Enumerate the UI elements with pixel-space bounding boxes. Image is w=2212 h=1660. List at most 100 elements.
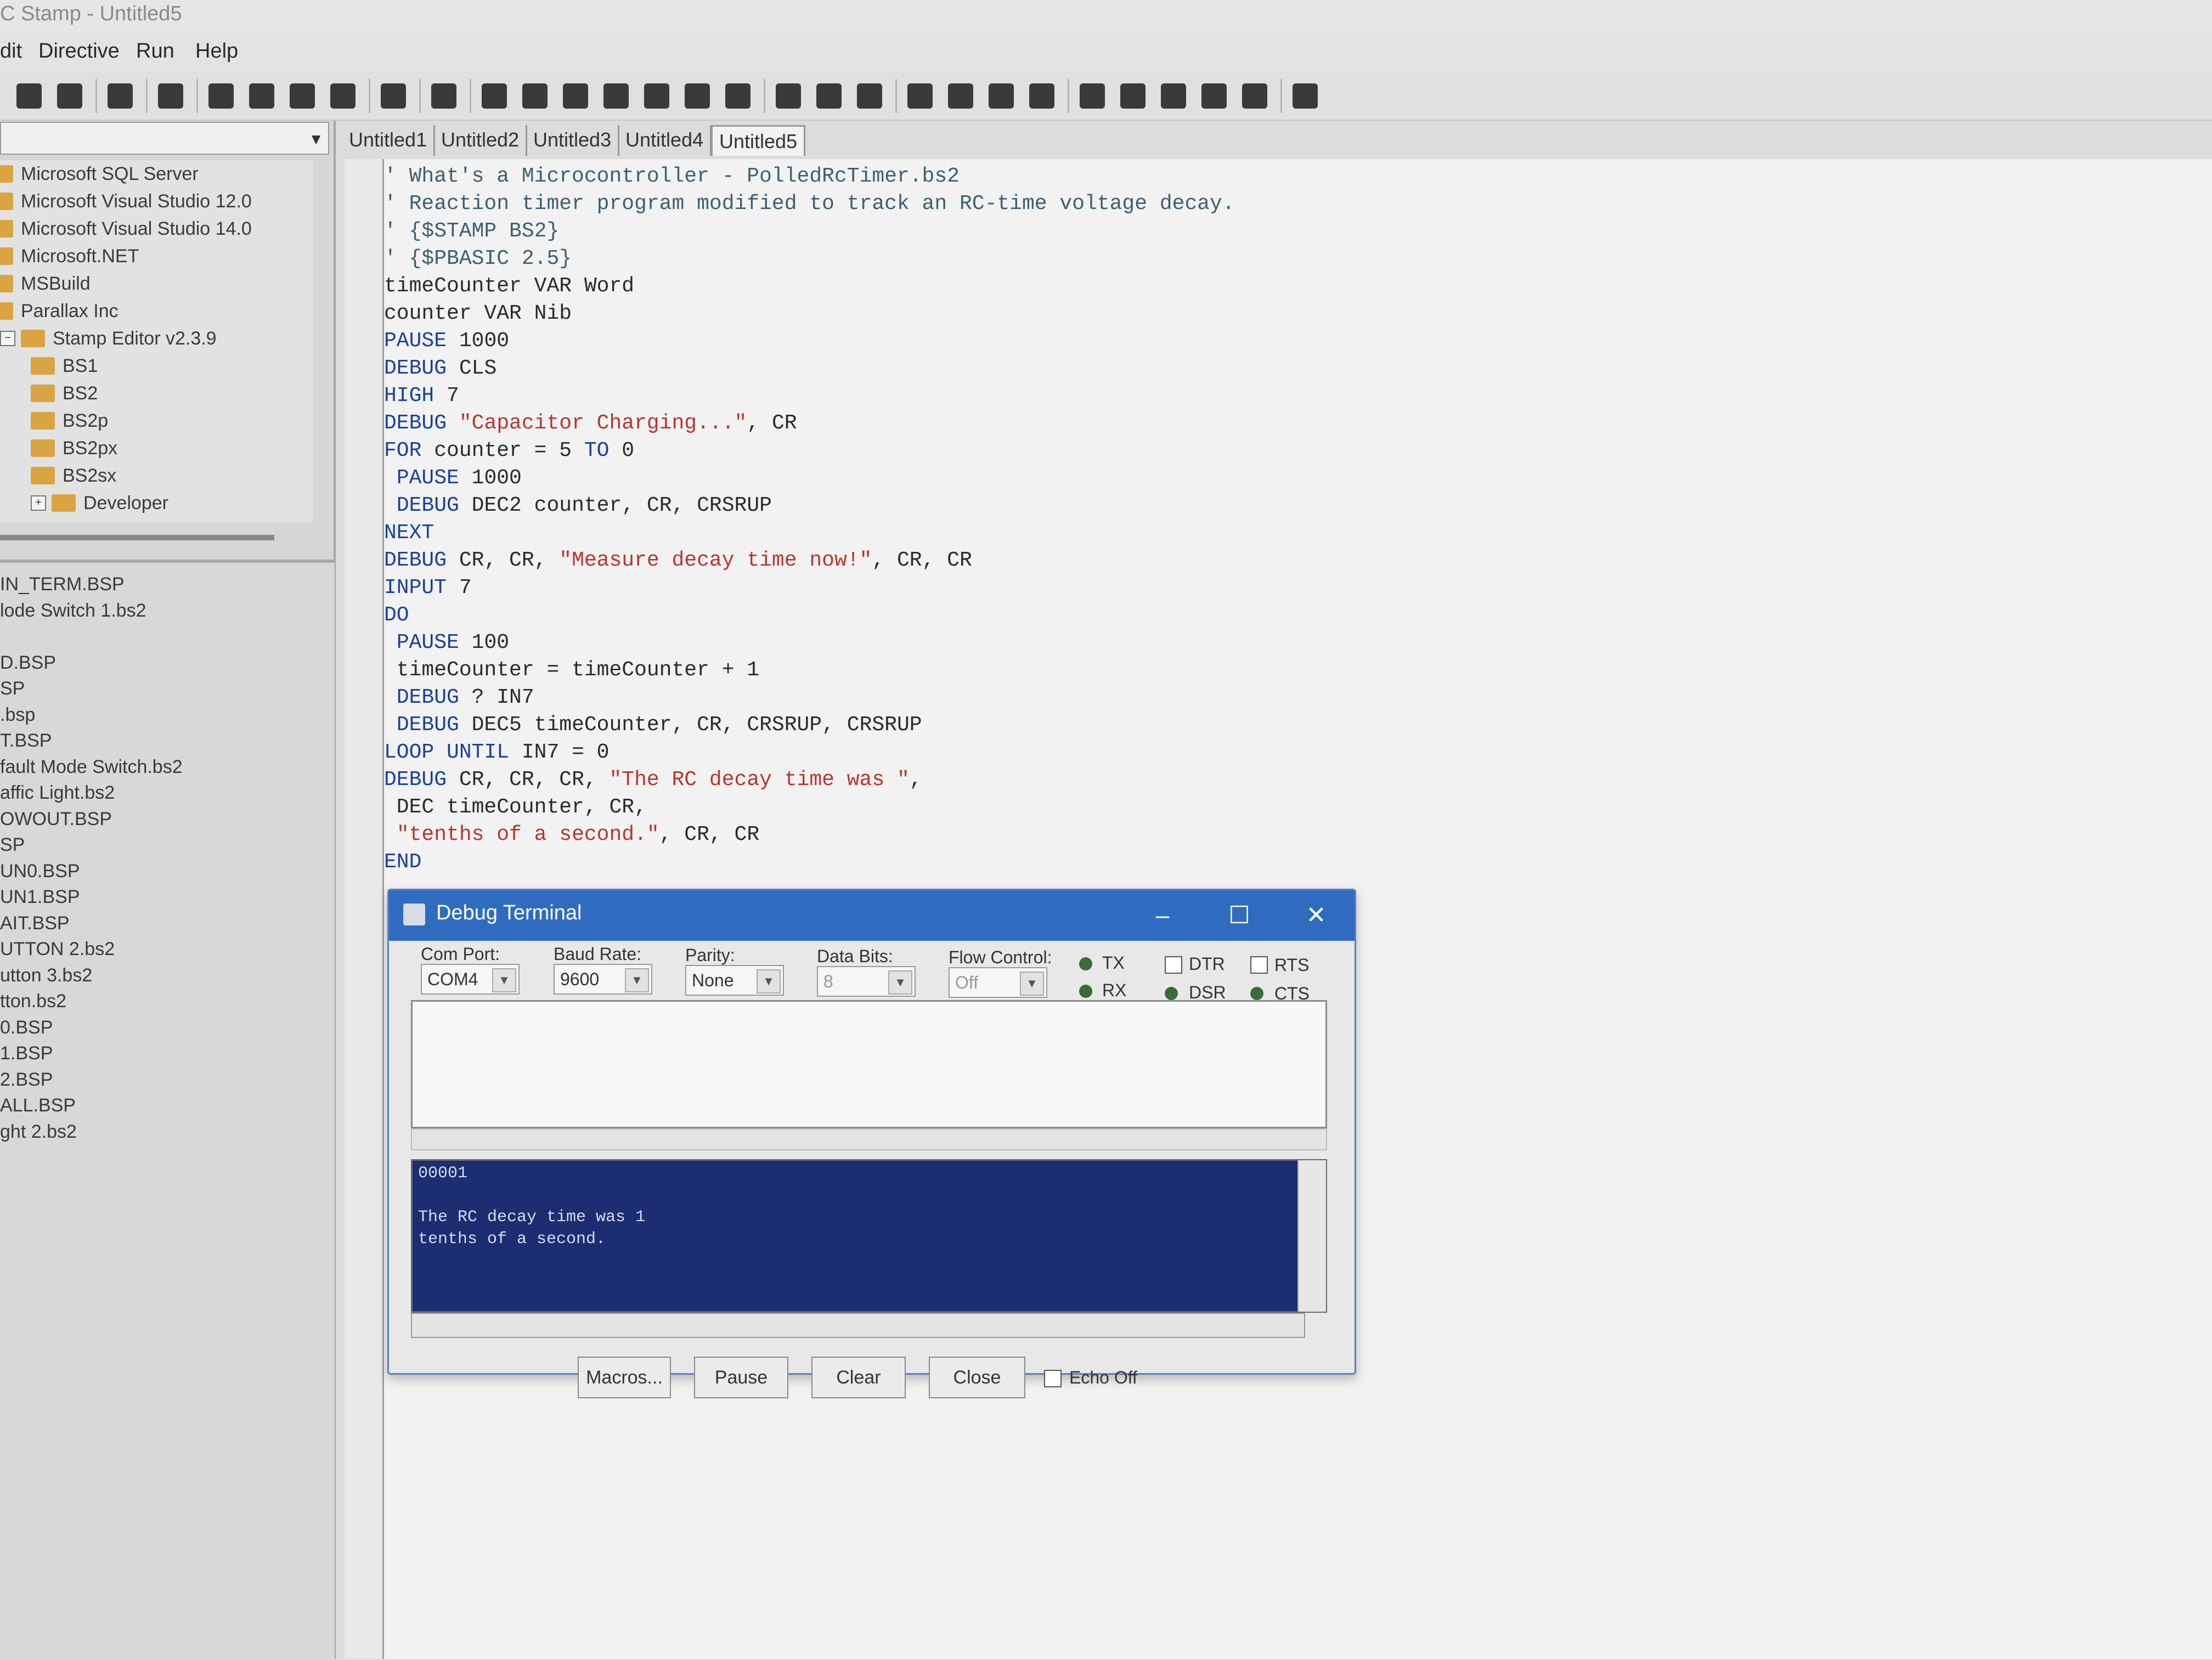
debug-icon[interactable] xyxy=(1075,79,1109,113)
tree-item[interactable]: Microsoft SQL Server xyxy=(0,160,199,188)
rts-checkbox[interactable] xyxy=(1250,956,1268,974)
tab-untitled2[interactable]: Untitled2 xyxy=(435,125,528,156)
chevron-down-icon[interactable]: ▼ xyxy=(757,969,781,993)
check-syntax-icon[interactable] xyxy=(944,79,978,113)
tree-item[interactable]: MSBuild xyxy=(0,270,91,297)
chevron-down-icon[interactable]: ▼ xyxy=(308,131,324,148)
memory-icon[interactable] xyxy=(903,79,937,113)
file-list-item[interactable]: .bsp xyxy=(0,704,35,730)
debug-2-icon[interactable] xyxy=(1116,79,1150,113)
debug-4-icon[interactable] xyxy=(1197,79,1231,113)
file-list-item[interactable]: tton.bs2 xyxy=(0,991,66,1016)
file-list-item[interactable]: OWOUT.BSP xyxy=(0,809,112,834)
chevron-down-icon[interactable]: ▼ xyxy=(625,968,649,992)
tree-item[interactable]: Microsoft Visual Studio 12.0 xyxy=(0,188,252,215)
directive-icon[interactable] xyxy=(376,79,410,113)
bs2e-icon[interactable] xyxy=(599,79,633,113)
close-button[interactable]: Close xyxy=(929,1357,1025,1398)
file-list-item[interactable]: UN0.BSP xyxy=(0,861,80,886)
tree-item[interactable]: BS2p xyxy=(31,407,108,434)
flow-control-select[interactable]: Off ▼ xyxy=(949,967,1047,998)
bs2-icon[interactable] xyxy=(558,79,592,113)
tree-item[interactable]: + Developer xyxy=(31,489,168,517)
identify-2-icon[interactable] xyxy=(812,79,846,113)
file-list-item[interactable]: ALL.BSP xyxy=(0,1095,76,1120)
echo-off-checkbox[interactable] xyxy=(1044,1370,1062,1387)
tree-item[interactable]: Parallax Inc xyxy=(0,297,119,325)
file-list-item[interactable]: 2.BSP xyxy=(0,1069,53,1094)
open-icon[interactable] xyxy=(12,79,46,113)
com-port-select[interactable]: COM4 ▼ xyxy=(421,964,520,995)
parity-select[interactable]: None ▼ xyxy=(685,965,784,996)
minimize-icon[interactable]: – xyxy=(1146,900,1179,931)
file-list-item[interactable]: 0.BSP xyxy=(0,1017,53,1042)
transmit-horizontal-scrollbar[interactable] xyxy=(411,1128,1327,1150)
file-list-item[interactable]: AIT.BSP xyxy=(0,913,70,938)
print-icon[interactable] xyxy=(154,79,188,113)
menu-help[interactable]: Help xyxy=(195,39,238,63)
memory-map-icon[interactable] xyxy=(477,79,511,113)
baud-rate-select[interactable]: 9600 ▼ xyxy=(554,964,652,995)
find-icon[interactable] xyxy=(326,79,360,113)
macros-button[interactable]: Macros... xyxy=(578,1357,671,1398)
save-icon[interactable] xyxy=(53,79,87,113)
tree-item[interactable]: Microsoft Visual Studio 14.0 xyxy=(0,215,252,242)
close-icon[interactable]: ✕ xyxy=(1300,900,1333,931)
chevron-down-icon[interactable]: ▼ xyxy=(1020,972,1044,996)
file-list-item[interactable]: fault Mode Switch.bs2 xyxy=(0,756,183,782)
bs1-icon[interactable] xyxy=(518,79,552,113)
file-list-item[interactable]: T.BSP xyxy=(0,730,52,755)
tree-item[interactable]: − Stamp Editor v2.3.9 xyxy=(0,325,217,352)
tree-item[interactable]: BS2px xyxy=(31,434,117,462)
file-list-item[interactable]: D.BSP xyxy=(0,652,56,677)
file-list-item[interactable]: UN1.BSP xyxy=(0,887,80,912)
expand-icon[interactable]: + xyxy=(31,495,46,511)
tab-untitled5[interactable]: Untitled5 xyxy=(711,125,806,156)
bs2p-icon[interactable] xyxy=(680,79,714,113)
paste-icon[interactable] xyxy=(285,79,319,113)
copy-icon[interactable] xyxy=(245,79,279,113)
run-icon[interactable] xyxy=(984,79,1018,113)
identify-icon[interactable] xyxy=(771,79,805,113)
tree-item[interactable]: BS2sx xyxy=(31,462,116,489)
tab-untitled4[interactable]: Untitled4 xyxy=(619,125,712,156)
clear-button[interactable]: Clear xyxy=(811,1357,906,1398)
debug-terminal-titlebar[interactable]: Debug Terminal – ☐ ✕ xyxy=(389,890,1355,941)
menu-run[interactable]: Run xyxy=(136,39,174,63)
properties-icon[interactable] xyxy=(427,79,461,113)
menu-edit[interactable]: dit xyxy=(0,39,22,63)
file-list-item[interactable]: utton 3.bs2 xyxy=(0,965,92,990)
identify-3-icon[interactable] xyxy=(853,79,887,113)
bs2pe-icon[interactable] xyxy=(721,79,755,113)
tab-untitled1[interactable]: Untitled1 xyxy=(342,125,436,156)
file-list-item[interactable]: 1.BSP xyxy=(0,1043,53,1068)
file-list-item[interactable]: lode Switch 1.bs2 xyxy=(0,600,146,625)
dtr-checkbox[interactable] xyxy=(1165,956,1182,974)
file-list-item[interactable]: ght 2.bs2 xyxy=(0,1121,77,1147)
transmit-pane[interactable] xyxy=(411,1000,1327,1128)
tree-item[interactable]: BS1 xyxy=(31,352,98,380)
data-bits-select[interactable]: 8 ▼ xyxy=(817,966,916,997)
file-list-item[interactable]: IN_TERM.BSP xyxy=(0,574,125,599)
maximize-icon[interactable]: ☐ xyxy=(1223,900,1256,931)
bs2sx-icon[interactable] xyxy=(640,79,674,113)
play-icon[interactable] xyxy=(1025,79,1059,113)
directory-combo[interactable]: ▼ xyxy=(0,122,329,155)
tree-item[interactable]: BS2 xyxy=(31,380,98,407)
tree-item[interactable]: Microsoft.NET xyxy=(0,242,139,270)
file-list-item[interactable]: affic Light.bs2 xyxy=(0,782,115,808)
chevron-down-icon[interactable]: ▼ xyxy=(492,968,516,992)
chevron-down-icon[interactable]: ▼ xyxy=(888,970,912,995)
receive-pane[interactable]: 00001 The RC decay time was 1 tenths of … xyxy=(411,1159,1327,1313)
debug-3-icon[interactable] xyxy=(1156,79,1190,113)
receive-horizontal-scrollbar[interactable] xyxy=(411,1313,1305,1338)
collapse-icon[interactable]: − xyxy=(0,331,15,346)
file-list-item[interactable]: UTTON 2.bs2 xyxy=(0,939,115,964)
tree-horizontal-scrollbar[interactable] xyxy=(0,535,274,540)
menu-directive[interactable]: Directive xyxy=(38,39,120,63)
find-file-icon[interactable] xyxy=(103,79,137,113)
cut-icon[interactable] xyxy=(204,79,238,113)
help-icon[interactable] xyxy=(1288,79,1322,113)
receive-vertical-scrollbar[interactable] xyxy=(1297,1160,1326,1312)
tab-untitled3[interactable]: Untitled3 xyxy=(527,125,620,156)
